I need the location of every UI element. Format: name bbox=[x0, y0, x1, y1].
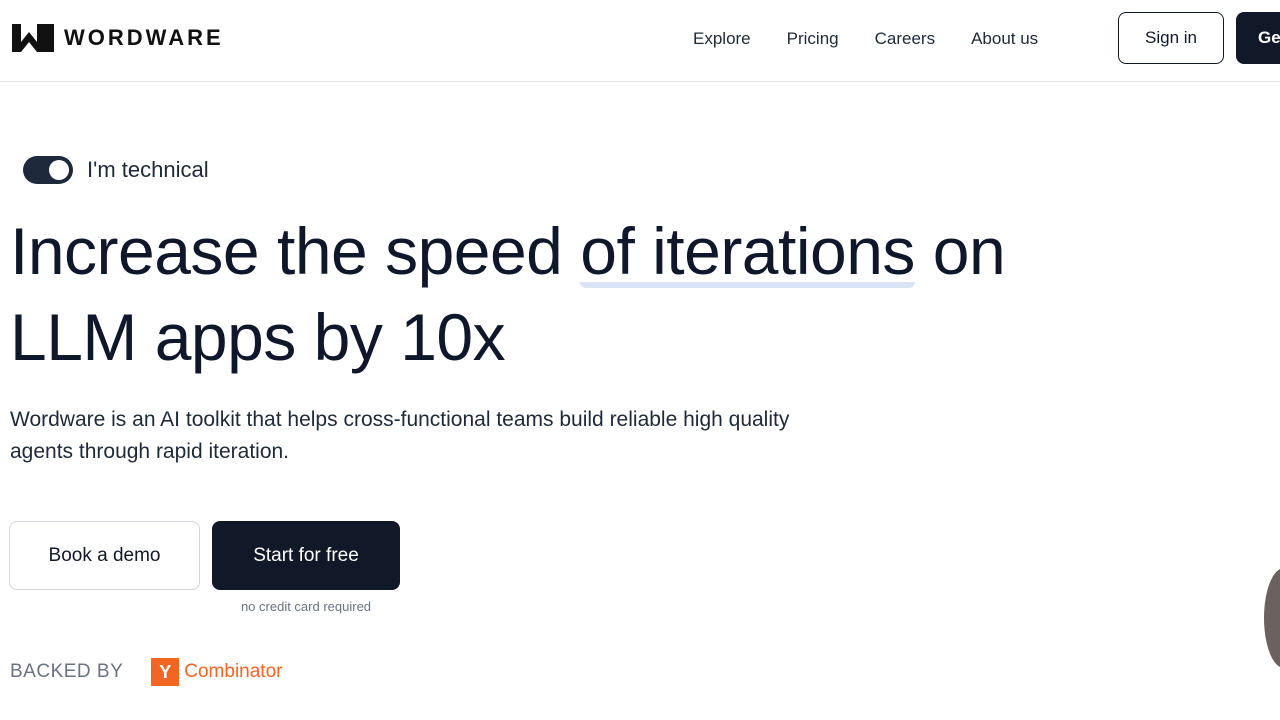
backed-by: BACKED BY Y Combinator bbox=[10, 658, 282, 686]
get-started-button[interactable]: Get started bbox=[1236, 12, 1280, 64]
y-combinator-logo-icon: Y bbox=[151, 658, 180, 686]
nav-explore[interactable]: Explore bbox=[693, 28, 751, 50]
toggle-knob bbox=[49, 160, 69, 180]
logo-text: WORDWARE bbox=[64, 25, 224, 50]
technical-toggle[interactable] bbox=[23, 156, 73, 184]
book-demo-button[interactable]: Book a demo bbox=[9, 521, 200, 590]
backed-by-label: BACKED BY bbox=[10, 661, 124, 682]
nav-careers[interactable]: Careers bbox=[875, 28, 935, 50]
start-free-button[interactable]: Start for free bbox=[212, 521, 400, 590]
hero-subtitle: Wordware is an AI toolkit that helps cro… bbox=[10, 408, 790, 463]
site-header: WORDWARE Explore Pricing Careers About u… bbox=[0, 0, 1280, 82]
nav-pricing[interactable]: Pricing bbox=[787, 28, 839, 50]
sign-in-button[interactable]: Sign in bbox=[1118, 12, 1224, 64]
main-nav: Explore Pricing Careers About us bbox=[693, 28, 1074, 50]
toggle-label: I'm technical bbox=[87, 157, 209, 182]
hero-title: Increase the speed of iterations on LLM … bbox=[10, 208, 1130, 380]
no-credit-card-note: no credit card required bbox=[240, 599, 372, 614]
nav-about-us[interactable]: About us bbox=[971, 28, 1038, 50]
technical-toggle-row: I'm technical bbox=[23, 156, 209, 184]
hero-title-highlight: of iterations bbox=[580, 214, 915, 288]
wordware-logo-icon bbox=[12, 24, 54, 52]
logo[interactable]: WORDWARE bbox=[12, 22, 224, 54]
hero-title-part1: Increase the speed bbox=[10, 214, 581, 288]
y-combinator-name: Combinator bbox=[184, 661, 283, 682]
chat-widget-bubble[interactable] bbox=[1264, 568, 1280, 668]
